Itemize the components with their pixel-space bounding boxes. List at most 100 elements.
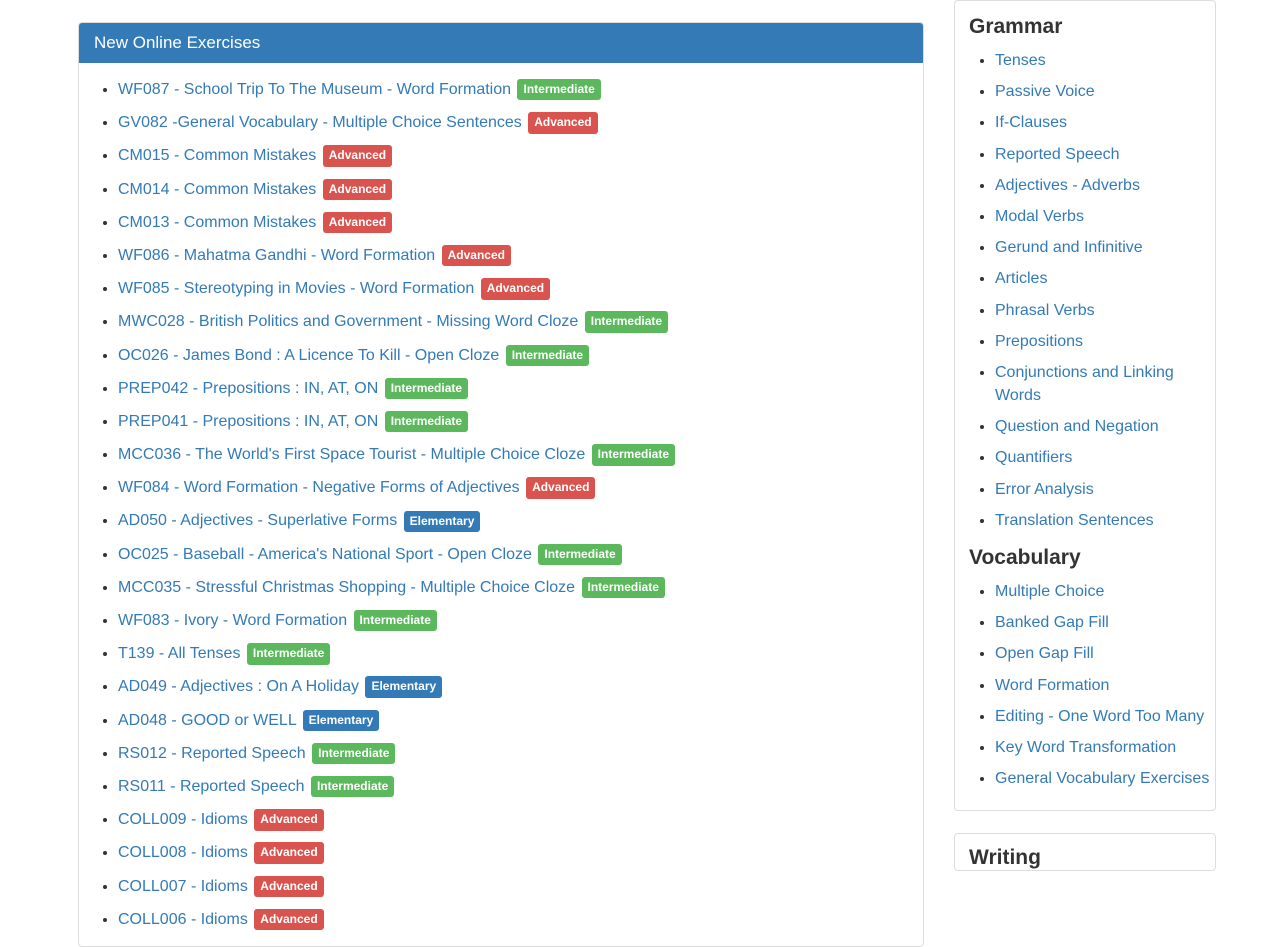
sidebar-link[interactable]: Conjunctions and Linking Words (995, 364, 1174, 404)
exercise-item: WF085 - Stereotyping in Movies - Word Fo… (118, 277, 908, 300)
exercise-link[interactable]: WF086 - Mahatma Gandhi - Word Formation (118, 247, 435, 264)
sidebar-item: Banked Gap Fill (995, 611, 1215, 634)
level-badge: Advanced (323, 145, 392, 166)
level-badge: Advanced (254, 809, 323, 830)
exercise-item: MCC036 - The World's First Space Tourist… (118, 443, 908, 466)
exercise-link[interactable]: OC025 - Baseball - America's National Sp… (118, 546, 532, 563)
sidebar-heading-writing: Writing (969, 846, 1201, 870)
exercise-link[interactable]: OC026 - James Bond : A Licence To Kill -… (118, 347, 499, 364)
exercise-item: RS011 - Reported Speech Intermediate (118, 775, 908, 798)
exercise-item: T139 - All Tenses Intermediate (118, 642, 908, 665)
exercise-item: WF087 - School Trip To The Museum - Word… (118, 78, 908, 101)
exercise-link[interactable]: MCC035 - Stressful Christmas Shopping - … (118, 579, 575, 596)
exercise-item: PREP041 - Prepositions : IN, AT, ON Inte… (118, 410, 908, 433)
exercise-link[interactable]: CM014 - Common Mistakes (118, 181, 316, 198)
exercise-link[interactable]: CM015 - Common Mistakes (118, 147, 316, 164)
exercise-link[interactable]: GV082 -General Vocabulary - Multiple Cho… (118, 114, 522, 131)
sidebar-link[interactable]: Articles (995, 270, 1047, 287)
panel-body: WF087 - School Trip To The Museum - Word… (79, 63, 923, 946)
sidebar-link[interactable]: Adjectives - Adverbs (995, 177, 1140, 194)
exercise-link[interactable]: WF085 - Stereotyping in Movies - Word Fo… (118, 280, 474, 297)
sidebar-link[interactable]: Prepositions (995, 333, 1083, 350)
sidebar-link[interactable]: Key Word Transformation (995, 739, 1176, 756)
level-badge: Intermediate (592, 444, 675, 465)
exercise-item: CM014 - Common Mistakes Advanced (118, 178, 908, 201)
exercise-item: PREP042 - Prepositions : IN, AT, ON Inte… (118, 377, 908, 400)
level-badge: Intermediate (517, 79, 600, 100)
level-badge: Intermediate (247, 643, 330, 664)
exercise-link[interactable]: AD049 - Adjectives : On A Holiday (118, 678, 359, 695)
exercise-link[interactable]: RS011 - Reported Speech (118, 778, 304, 795)
sidebar-link[interactable]: Multiple Choice (995, 583, 1104, 600)
level-badge: Advanced (526, 477, 595, 498)
sidebar-link[interactable]: Reported Speech (995, 146, 1120, 163)
sidebar-item: Conjunctions and Linking Words (995, 361, 1215, 407)
sidebar-item: Translation Sentences (995, 509, 1215, 532)
sidebar-item: Passive Voice (995, 80, 1215, 103)
level-badge: Advanced (254, 876, 323, 897)
sidebar-item: Articles (995, 267, 1215, 290)
sidebar-box: Grammar Tenses Passive Voice If-Clauses Repo… (954, 0, 1216, 811)
sidebar-item: Tenses (995, 49, 1215, 72)
level-badge: Advanced (481, 278, 550, 299)
sidebar-link[interactable]: Word Formation (995, 677, 1109, 694)
level-badge: Advanced (254, 909, 323, 930)
exercise-link[interactable]: AD048 - GOOD or WELL (118, 712, 296, 729)
level-badge: Intermediate (582, 577, 665, 598)
sidebar-link[interactable]: Passive Voice (995, 83, 1095, 100)
exercise-link[interactable]: MCC036 - The World's First Space Tourist… (118, 446, 585, 463)
sidebar-link[interactable]: Translation Sentences (995, 512, 1154, 529)
exercise-link[interactable]: WF083 - Ivory - Word Formation (118, 612, 347, 629)
exercise-link[interactable]: PREP041 - Prepositions : IN, AT, ON (118, 413, 378, 430)
sidebar-link[interactable]: Banked Gap Fill (995, 614, 1109, 631)
sidebar-item: Error Analysis (995, 478, 1215, 501)
sidebar-link[interactable]: Gerund and Infinitive (995, 239, 1143, 256)
sidebar-link[interactable]: Editing - One Word Too Many (995, 708, 1204, 725)
exercise-item: AD050 - Adjectives - Superlative Forms E… (118, 509, 908, 532)
exercise-link[interactable]: T139 - All Tenses (118, 645, 240, 662)
sidebar-link[interactable]: Tenses (995, 52, 1046, 69)
exercise-item: AD048 - GOOD or WELL Elementary (118, 709, 908, 732)
sidebar-item: General Vocabulary Exercises (995, 767, 1215, 790)
sidebar-item: Open Gap Fill (995, 642, 1215, 665)
level-badge: Intermediate (385, 411, 468, 432)
exercise-link[interactable]: PREP042 - Prepositions : IN, AT, ON (118, 380, 378, 397)
exercise-link[interactable]: WF087 - School Trip To The Museum - Word… (118, 81, 511, 98)
sidebar-link[interactable]: General Vocabulary Exercises (995, 770, 1209, 787)
sidebar-item: Editing - One Word Too Many (995, 705, 1215, 728)
sidebar-box-writing: Writing (954, 833, 1216, 871)
level-badge: Intermediate (538, 544, 621, 565)
sidebar-item: Phrasal Verbs (995, 299, 1215, 322)
level-badge: Intermediate (506, 345, 589, 366)
sidebar-link[interactable]: Error Analysis (995, 481, 1094, 498)
sidebar-item: Word Formation (995, 674, 1215, 697)
sidebar-heading: Grammar (969, 15, 1215, 39)
exercise-link[interactable]: COLL008 - Idioms (118, 844, 248, 861)
exercise-list: WF087 - School Trip To The Museum - Word… (94, 78, 908, 931)
sidebar-item: Modal Verbs (995, 205, 1215, 228)
level-badge: Intermediate (354, 610, 437, 631)
sidebar-link[interactable]: Open Gap Fill (995, 645, 1094, 662)
sidebar-link[interactable]: Modal Verbs (995, 208, 1084, 225)
exercise-link[interactable]: COLL009 - Idioms (118, 811, 248, 828)
exercise-item: COLL006 - Idioms Advanced (118, 908, 908, 931)
exercise-link[interactable]: CM013 - Common Mistakes (118, 214, 316, 231)
exercise-item: RS012 - Reported Speech Intermediate (118, 742, 908, 765)
exercise-link[interactable]: MWC028 - British Politics and Government… (118, 313, 578, 330)
exercise-item: COLL009 - Idioms Advanced (118, 808, 908, 831)
sidebar-item: Gerund and Infinitive (995, 236, 1215, 259)
sidebar-link[interactable]: Quantifiers (995, 449, 1072, 466)
exercise-item: OC026 - James Bond : A Licence To Kill -… (118, 344, 908, 367)
panel-title: New Online Exercises (79, 23, 923, 63)
level-badge: Advanced (528, 112, 597, 133)
exercise-link[interactable]: COLL006 - Idioms (118, 911, 248, 928)
exercise-link[interactable]: COLL007 - Idioms (118, 878, 248, 895)
sidebar-link[interactable]: Phrasal Verbs (995, 302, 1095, 319)
sidebar-link[interactable]: If-Clauses (995, 114, 1067, 131)
exercise-item: MCC035 - Stressful Christmas Shopping - … (118, 576, 908, 599)
sidebar-link[interactable]: Question and Negation (995, 418, 1159, 435)
level-badge: Advanced (442, 245, 511, 266)
exercise-link[interactable]: RS012 - Reported Speech (118, 745, 306, 762)
exercise-link[interactable]: WF084 - Word Formation - Negative Forms … (118, 479, 520, 496)
exercise-link[interactable]: AD050 - Adjectives - Superlative Forms (118, 512, 397, 529)
